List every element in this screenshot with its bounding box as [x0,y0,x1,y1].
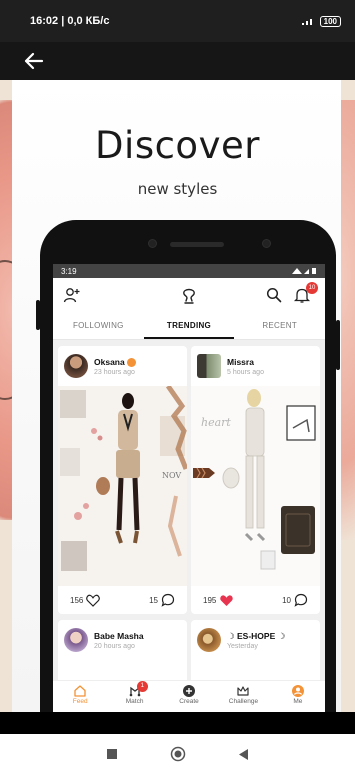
nav-feed[interactable]: Feed [53,681,107,712]
comment-icon[interactable] [161,593,175,607]
like-count[interactable]: 195 [203,594,234,607]
app-header: 10 [53,278,325,312]
like-count[interactable]: 156 [70,594,101,607]
heart-filled-icon[interactable] [219,594,234,607]
phone-button [336,320,340,370]
bottom-band [0,712,355,734]
nav-me[interactable]: Me [271,681,325,712]
status-icons: 100 [301,15,341,27]
comment-icon[interactable] [294,593,308,607]
nav-create[interactable]: Create [162,681,216,712]
back-arrow-icon[interactable] [22,50,46,72]
nav-challenge[interactable]: Challenge [216,681,270,712]
tab-following[interactable]: FOLLOWING [53,312,144,339]
system-navigation-bar [0,734,355,774]
match-badge: 1 [136,681,148,692]
status-time: 16:02 | 0,0 КБ/с [30,15,110,27]
wifi-battery-icon [292,268,316,274]
phone-button [36,300,40,330]
post-stats: 156 15 [58,586,187,614]
notification-badge: 10 [306,282,318,294]
phone-sensor [262,239,271,248]
avatar[interactable] [64,354,88,378]
post-time: 20 hours ago [94,643,135,650]
recents-square-icon[interactable] [106,749,117,759]
home-circle-icon[interactable] [170,746,186,762]
post-time: 23 hours ago [94,369,135,376]
avatar[interactable] [197,354,221,378]
feed-tabs: FOLLOWING TRENDING RECENT [53,312,325,340]
svg-text:NOV: NOV [162,471,181,480]
phone-speaker [170,242,224,247]
app-status-bar: 3:19 [53,264,325,278]
crown-icon [237,686,250,696]
verified-badge-icon [126,358,136,368]
nav-label: Challenge [228,698,259,705]
post-username[interactable]: Babe Masha [94,631,144,641]
post-time: Yesterday [227,643,258,650]
back-triangle-icon[interactable] [238,748,249,760]
app-logo-icon[interactable] [179,285,199,305]
search-icon[interactable] [265,286,283,304]
comment-count[interactable]: 15 [149,593,175,607]
post-card[interactable]: Oksana 23 hours ago NOV 156 15 [58,346,187,614]
top-toolbar [0,42,355,80]
tab-recent[interactable]: RECENT [234,312,325,339]
system-status-bar: 16:02 | 0,0 КБ/с 100 [0,0,355,42]
app-status-time: 3:19 [61,266,77,276]
post-stats: 195 10 [191,586,320,614]
post-time: 5 hours ago [227,369,264,376]
bottom-navigation: Feed Match 1 Create Challenge Me [53,680,325,712]
nav-label: Feed [72,698,88,705]
signal-icon [301,19,312,25]
profile-icon [291,685,304,697]
post-username[interactable]: Missra [227,357,254,367]
feed-grid: Oksana 23 hours ago NOV 156 15 Missra 5 … [53,340,325,712]
avatar[interactable] [197,628,221,652]
post-card[interactable]: Missra 5 hours ago heart 195 10 [191,346,320,614]
promo-title: Discover [95,124,260,167]
post-username[interactable]: Oksana [94,357,136,368]
nav-label: Match [125,698,144,705]
nav-label: Create [179,698,199,705]
svg-text:heart: heart [201,416,231,429]
outfit-image[interactable]: heart [191,386,320,586]
app-screen: 3:19 10 FOLLOWING TRENDING RECENT Oksana… [53,264,325,712]
home-icon [74,685,86,697]
plus-icon [183,685,196,697]
post-username[interactable]: ☽ ES-HOPE ☽ [227,631,285,642]
avatar[interactable] [64,628,88,652]
battery-indicator: 100 [319,15,341,27]
phone-camera [148,239,157,248]
promo-subtitle: new styles [137,180,218,198]
heart-outline-icon[interactable] [86,594,101,607]
comment-count[interactable]: 10 [282,593,308,607]
nav-label: Me [293,698,303,705]
outfit-image[interactable]: NOV [58,386,187,586]
nav-match[interactable]: Match 1 [107,681,161,712]
tab-trending[interactable]: TRENDING [143,312,235,339]
add-user-icon[interactable] [63,286,81,304]
